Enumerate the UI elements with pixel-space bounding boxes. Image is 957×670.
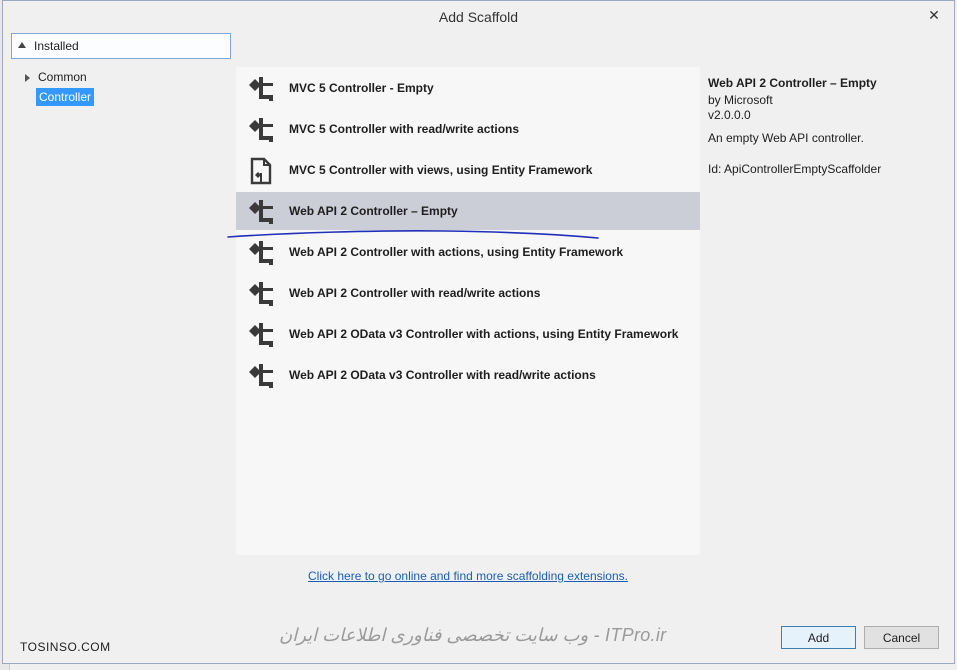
add-scaffold-dialog: Add Scaffold ✕ Installed Common Controll… [2,0,955,664]
scaffold-item-name: Web API 2 Controller – Empty [289,204,458,218]
details-author: by Microsoft [708,93,773,107]
controller-icon [249,118,273,142]
tree-node-common[interactable]: Common [25,70,87,84]
title-bar: Add Scaffold ✕ [3,1,954,33]
scaffold-item-selected[interactable]: Web API 2 Controller – Empty [236,192,700,230]
scaffold-item-name: MVC 5 Controller with read/write actions [289,122,520,136]
scaffold-item[interactable]: Web API 2 OData v3 Controller with read/… [236,356,700,394]
scaffold-list: MVC 5 Controller - Empty MVC 5 Controlle… [236,67,700,555]
tree-node-installed[interactable]: Installed [11,33,231,59]
close-icon[interactable]: ✕ [922,6,946,24]
details-description: An empty Web API controller. [708,131,864,145]
scaffold-item[interactable]: Web API 2 Controller with read/write act… [236,274,700,312]
details-id: Id: ApiControllerEmptyScaffolder [708,162,882,176]
scaffold-item[interactable]: MVC 5 Controller with views, using Entit… [236,151,700,189]
controller-icon [249,323,273,347]
controller-icon [249,282,273,306]
details-title: Web API 2 Controller – Empty [708,76,877,90]
scaffold-item-name: Web API 2 Controller with actions, using… [289,245,624,259]
hand-drawn-underline [227,230,599,239]
cancel-button[interactable]: Cancel [864,626,939,649]
scaffold-item-name: Web API 2 OData v3 Controller with actio… [289,327,679,341]
collapsed-caret-icon[interactable] [25,73,30,82]
controller-icon [249,200,273,224]
details-version: v2.0.0.0 [708,108,751,122]
add-button[interactable]: Add [781,626,856,649]
expand-arrow-icon[interactable] [18,42,26,48]
category-tree: Installed Common Controller [11,33,231,553]
scaffold-details: Web API 2 Controller – Empty by Microsof… [708,76,948,177]
scaffold-item-name: MVC 5 Controller - Empty [289,81,434,95]
persian-watermark: ITPro.ir - وب سایت تخصصی فناوری اطلاعات … [279,625,667,645]
controller-icon [249,77,273,101]
site-watermark: TOSINSO.COM [20,640,111,654]
scaffold-item-name: MVC 5 Controller with views, using Entit… [289,163,593,177]
scaffold-item[interactable]: MVC 5 Controller with read/write actions [236,110,700,148]
scaffold-item[interactable]: MVC 5 Controller - Empty [236,69,700,107]
dialog-title: Add Scaffold [438,9,519,25]
controller-icon [249,364,273,388]
online-extensions-link[interactable]: Click here to go online and find more sc… [236,569,700,583]
scaffold-item-name: Web API 2 OData v3 Controller with read/… [289,368,596,382]
scaffold-item[interactable]: Web API 2 OData v3 Controller with actio… [236,315,700,353]
tree-node-controller[interactable]: Controller [36,88,95,106]
tree-node-installed-label: Installed [34,39,79,53]
tree-node-common-label: Common [38,70,87,84]
controller-views-icon [250,157,272,185]
scaffold-item-name: Web API 2 Controller with read/write act… [289,286,541,300]
